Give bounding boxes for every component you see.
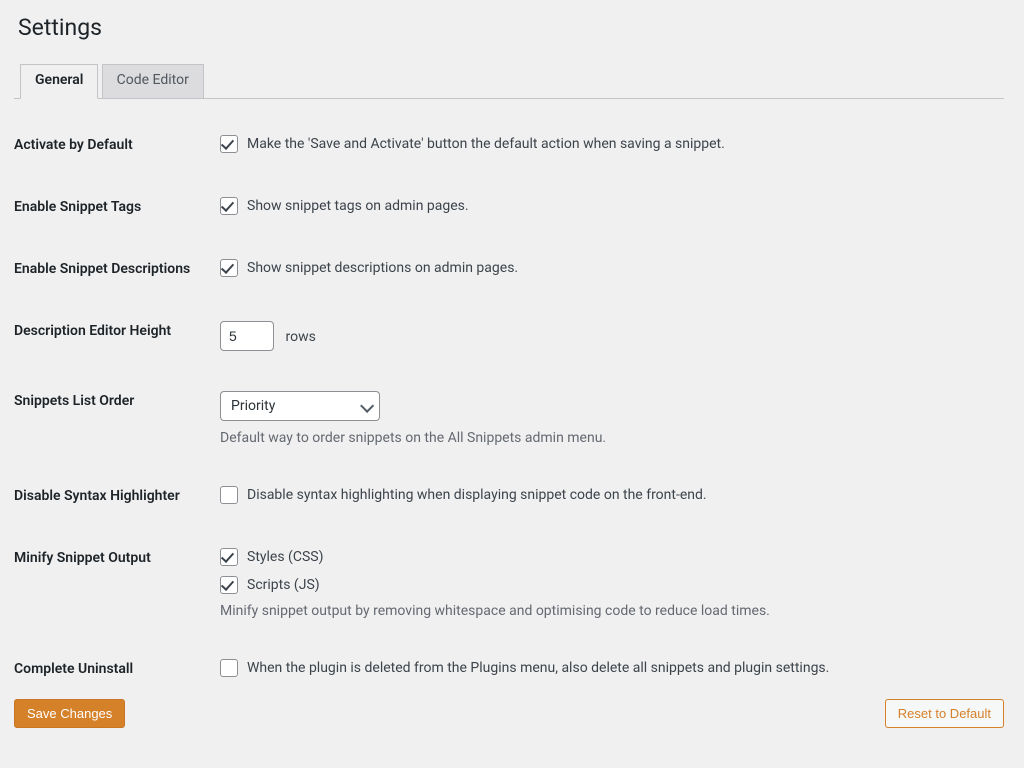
text-minify-css: Styles (CSS) [247, 549, 323, 565]
checkbox-activate-default[interactable] [220, 135, 238, 153]
text-enable-tags: Show snippet tags on admin pages. [247, 198, 469, 214]
checkbox-uninstall[interactable] [220, 659, 238, 677]
input-editor-height[interactable] [220, 321, 274, 351]
tab-code-editor[interactable]: Code Editor [102, 64, 204, 98]
select-list-order[interactable]: Priority [220, 391, 380, 421]
checkbox-enable-tags[interactable] [220, 197, 238, 215]
tab-bar: General Code Editor [14, 63, 1004, 99]
desc-list-order: Default way to order snippets on the All… [220, 430, 994, 446]
label-disable-syntax: Disable Syntax Highlighter [14, 474, 220, 536]
save-button[interactable]: Save Changes [14, 699, 125, 728]
checkbox-minify-js[interactable] [220, 576, 238, 594]
select-value: Priority [231, 398, 275, 414]
page-title: Settings [18, 14, 1004, 41]
label-enable-descriptions: Enable Snippet Descriptions [14, 247, 220, 309]
suffix-rows: rows [285, 329, 315, 345]
label-list-order: Snippets List Order [14, 379, 220, 474]
action-row: Save Changes Reset to Default [14, 699, 1004, 728]
tab-general[interactable]: General [20, 64, 98, 99]
label-enable-tags: Enable Snippet Tags [14, 185, 220, 247]
text-minify-js: Scripts (JS) [247, 577, 320, 593]
text-activate-default: Make the 'Save and Activate' button the … [247, 136, 725, 152]
desc-minify: Minify snippet output by removing whites… [220, 603, 994, 619]
label-uninstall: Complete Uninstall [14, 647, 220, 697]
checkbox-enable-descriptions[interactable] [220, 259, 238, 277]
text-disable-syntax: Disable syntax highlighting when display… [247, 487, 707, 503]
checkbox-disable-syntax[interactable] [220, 486, 238, 504]
text-enable-descriptions: Show snippet descriptions on admin pages… [247, 260, 518, 276]
text-uninstall: When the plugin is deleted from the Plug… [247, 660, 829, 676]
reset-button[interactable]: Reset to Default [885, 699, 1004, 728]
checkbox-minify-css[interactable] [220, 548, 238, 566]
settings-table: Activate by Default Make the 'Save and A… [14, 123, 1004, 697]
label-editor-height: Description Editor Height [14, 309, 220, 379]
label-activate-default: Activate by Default [14, 123, 220, 185]
label-minify: Minify Snippet Output [14, 536, 220, 647]
